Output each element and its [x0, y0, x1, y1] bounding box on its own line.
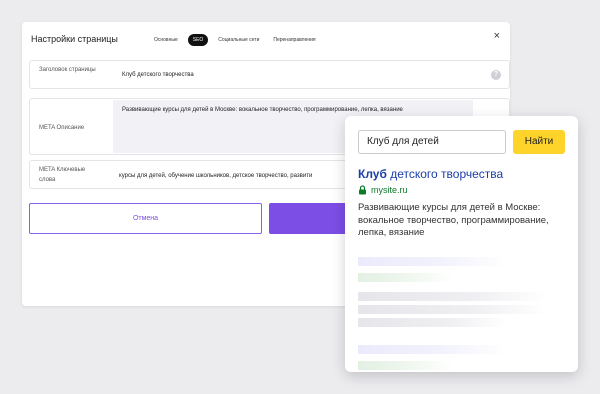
page-title-label: Заголовок страницы: [39, 67, 96, 73]
placeholder-url-line: [358, 361, 453, 370]
result-url-text: mysite.ru: [371, 185, 408, 195]
page-title-field: Заголовок страницы Клуб детского творчес…: [29, 60, 510, 89]
placeholder-text-line: [358, 292, 548, 301]
info-icon[interactable]: ?: [491, 70, 501, 80]
result-title[interactable]: Клуб детского творчества: [358, 167, 503, 181]
result-title-bold: Клуб: [358, 167, 387, 181]
placeholder-text-line: [358, 305, 548, 314]
meta-description-value: Развивающие курсы для детей в Москве: во…: [122, 107, 403, 113]
placeholder-text-line: [358, 318, 508, 327]
search-input[interactable]: Клуб для детей: [358, 130, 506, 154]
panel-title: Настройки страницы: [31, 34, 118, 44]
placeholder-title-line: [358, 345, 508, 354]
placeholder-title-line: [358, 257, 508, 266]
lock-icon: [359, 185, 366, 195]
meta-description-label: META Описание: [39, 125, 85, 131]
cancel-button[interactable]: Отмена: [29, 203, 262, 234]
tab-seo[interactable]: SEO: [187, 34, 209, 46]
meta-keywords-label: META Ключевые слова: [39, 167, 86, 183]
tab-redirects[interactable]: Перенаправления: [269, 34, 319, 46]
search-preview-card: Клуб для детей Найти Клуб детского творч…: [345, 116, 578, 372]
tab-general[interactable]: Основные: [150, 34, 182, 46]
result-snippet: Развивающие курсы для детей в Москве: во…: [358, 202, 549, 238]
tab-bar: Основные SEO Социальные сети Перенаправл…: [150, 34, 326, 46]
page-title-input[interactable]: Клуб детского творчества: [122, 72, 194, 78]
placeholder-url-line: [358, 273, 453, 282]
meta-keywords-input[interactable]: курсы для детей, обучение школьников, де…: [119, 173, 312, 179]
tab-social[interactable]: Социальные сети: [214, 34, 263, 46]
result-url[interactable]: mysite.ru: [358, 185, 408, 195]
search-button[interactable]: Найти: [513, 130, 565, 154]
result-title-rest: детского творчества: [386, 167, 504, 181]
panel-header: Настройки страницы Основные SEO Социальн…: [22, 22, 510, 58]
close-icon[interactable]: ×: [494, 31, 500, 42]
